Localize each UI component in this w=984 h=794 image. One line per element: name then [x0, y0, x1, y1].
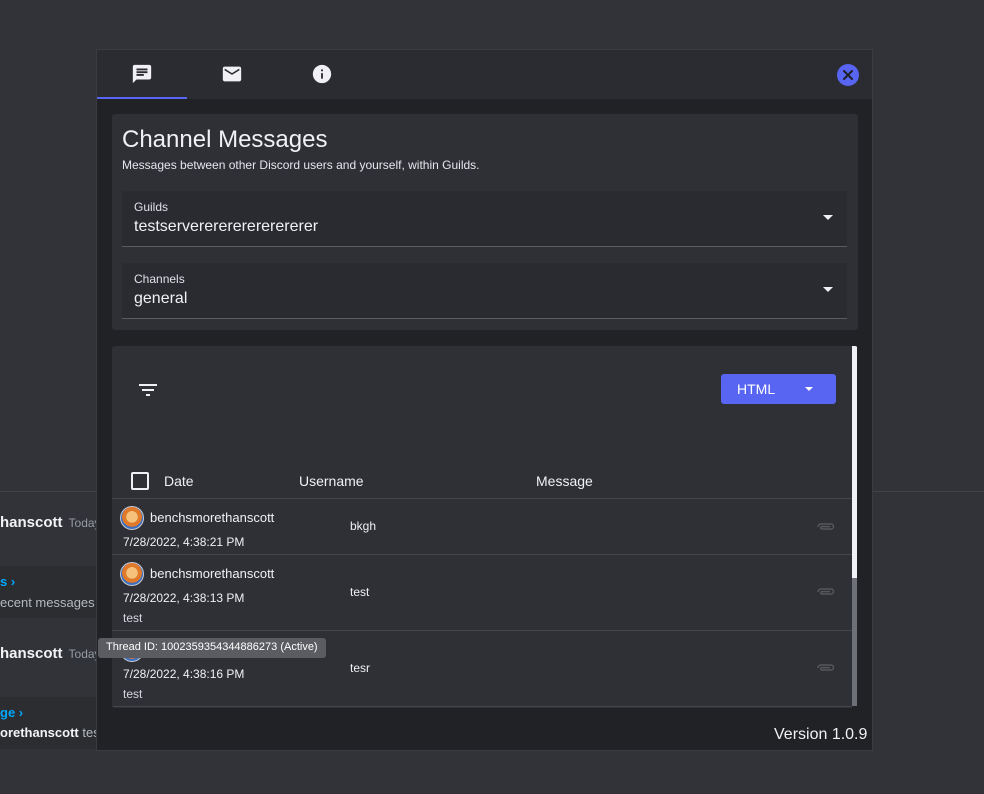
info-icon	[312, 64, 332, 84]
tab-info[interactable]	[277, 50, 367, 98]
page-subtitle: Messages between other Discord users and…	[122, 158, 480, 172]
attachment-button[interactable]	[814, 661, 836, 675]
background-embed-text: orethanscott tesr	[0, 725, 105, 740]
page-title: Channel Messages	[122, 126, 328, 153]
dropdown-arrow-icon	[823, 215, 833, 220]
guilds-select[interactable]: Guilds testservererererererererer	[122, 191, 847, 247]
table-row[interactable]: benchsmorethanscott 7/28/2022, 4:38:13 P…	[112, 556, 852, 631]
guilds-label: Guilds	[134, 200, 169, 214]
background-message-author: hanscott Today	[0, 645, 101, 662]
attachment-button[interactable]	[814, 585, 836, 599]
channel-selection-card: Channel Messages Messages between other …	[112, 114, 858, 330]
row-thread-name: test	[123, 687, 143, 701]
row-date: 7/28/2022, 4:38:13 PM	[123, 591, 245, 605]
paperclip-icon	[817, 664, 835, 671]
paperclip-icon	[817, 523, 835, 530]
scrollbar-track-lower[interactable]	[852, 578, 857, 706]
dropdown-arrow-icon	[823, 287, 833, 292]
tab-direct-messages[interactable]	[187, 50, 277, 98]
row-date: 7/28/2022, 4:38:21 PM	[123, 535, 245, 549]
avatar	[120, 506, 144, 530]
column-header-date[interactable]: Date	[164, 473, 194, 489]
paperclip-icon	[817, 588, 835, 595]
row-username: benchsmorethanscott	[150, 510, 275, 525]
scrollbar-thumb[interactable]	[852, 346, 857, 578]
row-thread-name: test	[123, 611, 143, 625]
channels-value: general	[134, 290, 188, 307]
thread-id-tooltip: Thread ID: 1002359354344886273 (Active)	[98, 638, 326, 658]
export-format-label: HTML	[737, 381, 776, 397]
tab-channel-messages[interactable]	[97, 50, 187, 99]
filter-icon	[139, 384, 157, 396]
background-message-author: hanscott Today	[0, 514, 101, 531]
version-label: Version 1.0.9	[774, 726, 868, 743]
chat-icon	[132, 64, 152, 83]
table-header: Date Username Message	[112, 461, 852, 499]
row-message: bkgh	[350, 519, 377, 533]
row-message: tesr	[350, 661, 371, 675]
channels-label: Channels	[134, 272, 185, 286]
guilds-value: testservererererererererer	[134, 218, 319, 235]
chevron-down-icon	[805, 387, 813, 391]
avatar	[120, 562, 144, 586]
table-row[interactable]: benchsmorethanscott 7/28/2022, 4:38:21 P…	[112, 500, 852, 555]
select-all-checkbox[interactable]	[131, 472, 149, 490]
channels-select[interactable]: Channels general	[122, 263, 847, 319]
attachment-button[interactable]	[814, 520, 836, 534]
row-username: benchsmorethanscott	[150, 566, 275, 581]
row-message: test	[350, 585, 370, 599]
close-icon	[843, 70, 853, 80]
close-button[interactable]	[837, 64, 859, 86]
filter-button[interactable]	[136, 378, 160, 402]
background-embed-link[interactable]: s ›	[0, 574, 15, 589]
background-embed-link[interactable]: ge ›	[0, 705, 23, 720]
column-header-username[interactable]: Username	[299, 473, 364, 489]
tab-bar	[97, 50, 872, 99]
mail-icon	[222, 66, 242, 82]
row-date: 7/28/2022, 4:38:16 PM	[123, 667, 245, 681]
column-header-message[interactable]: Message	[536, 473, 593, 489]
background-embed-text: ecent messages i	[0, 595, 102, 610]
export-format-button[interactable]: HTML	[721, 374, 836, 404]
